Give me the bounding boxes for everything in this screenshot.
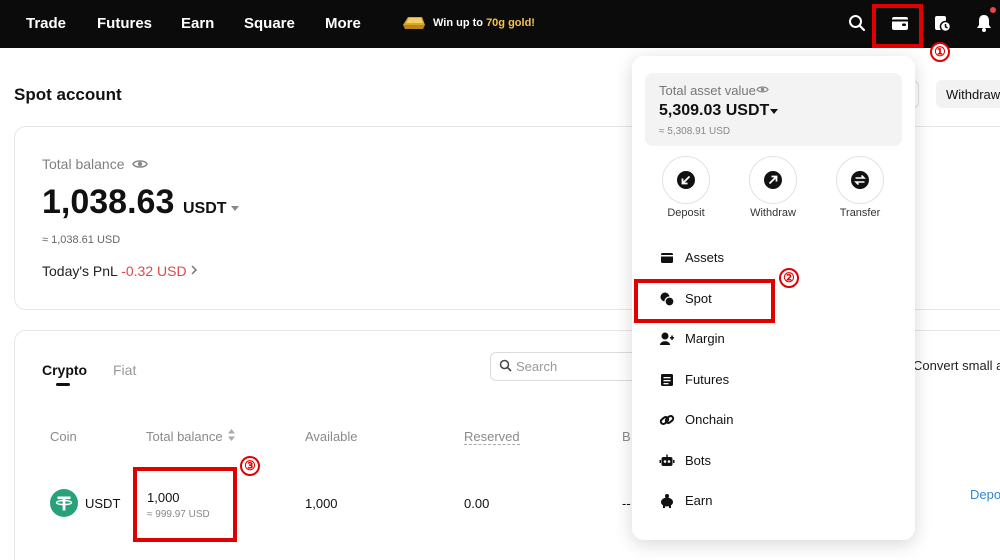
col-coin: Coin [50, 429, 77, 444]
promo-text: Win up to [433, 17, 487, 29]
col-total-balance[interactable]: Total balance [146, 429, 223, 444]
promo-highlight: 70g gold! [486, 17, 535, 29]
total-asset-approx: ≈ 5,308.91 USD [659, 126, 731, 137]
search-icon [499, 359, 512, 372]
link-chain-icon [659, 415, 675, 425]
search-placeholder: Search [516, 359, 558, 374]
total-balance-approx: ≈ 1,038.61 USD [42, 234, 121, 246]
promo-banner[interactable]: Win up to 70g gold! [433, 17, 535, 29]
nav-more[interactable]: More [325, 15, 361, 32]
annotation-box-wallet [872, 4, 923, 48]
pnl-label: Today's PnL [42, 263, 122, 279]
coin-reserved: 0.00 [464, 496, 490, 511]
annotation-number-1: ① [930, 42, 950, 62]
transfer-icon [851, 171, 869, 189]
menu-label-margin: Margin [685, 331, 725, 346]
caret-down-icon[interactable] [770, 109, 778, 114]
annotation-box-total-balance [133, 467, 237, 542]
convert-small-assets-link[interactable]: Convert small a [913, 358, 1000, 373]
active-tab-indicator [56, 383, 70, 386]
tab-fiat[interactable]: Fiat [113, 362, 136, 378]
menu-label-onchain: Onchain [685, 412, 734, 427]
usdt-icon [50, 489, 78, 517]
withdraw-label: Withdraw [750, 207, 796, 219]
gold-bar-icon[interactable] [400, 11, 426, 31]
withdraw-button-label: Withdraw [946, 87, 1000, 102]
transfer-button[interactable] [836, 156, 884, 204]
nav-trade[interactable]: Trade [26, 15, 66, 32]
menu-item-assets[interactable]: Assets [645, 242, 902, 274]
chevron-right-icon[interactable] [188, 264, 200, 276]
menu-item-onchain[interactable]: Onchain [645, 404, 902, 436]
bell-icon[interactable] [974, 13, 994, 33]
withdraw-icon [764, 171, 782, 189]
deposit-label: Deposit [667, 207, 705, 219]
pnl-value: -0.32 USD [121, 263, 187, 279]
menu-item-margin[interactable]: Margin [645, 323, 902, 355]
menu-item-earn[interactable]: Earn [645, 485, 902, 517]
wallet-icon [661, 253, 673, 263]
nav-earn[interactable]: Earn [181, 15, 214, 32]
piggy-bank-icon [661, 494, 673, 508]
withdraw-button[interactable]: Withdraw [936, 80, 1000, 108]
total-balance-unit[interactable]: USDT [183, 200, 227, 218]
transfer-label: Transfer [839, 207, 881, 219]
coin-available: 1,000 [305, 496, 338, 511]
eye-icon[interactable] [132, 157, 148, 171]
total-asset-label: Total asset value [659, 83, 756, 98]
search-input[interactable] [490, 352, 650, 381]
menu-label-futures: Futures [685, 372, 730, 387]
deposit-button[interactable] [662, 156, 710, 204]
withdraw-button[interactable] [749, 156, 797, 204]
col-reserved[interactable]: Reserved [464, 429, 520, 445]
menu-item-bots[interactable]: Bots [645, 445, 902, 477]
order-history-icon[interactable] [932, 13, 952, 33]
menu-label-bots: Bots [685, 453, 712, 468]
page-title: Spot account [14, 85, 122, 104]
todays-pnl[interactable]: Today's PnL -0.32 USD [42, 263, 187, 279]
caret-down-icon[interactable] [231, 206, 239, 211]
annotation-number-3: ③ [240, 456, 260, 476]
search-icon[interactable] [847, 13, 867, 33]
annotation-number-2: ② [779, 268, 799, 288]
nav-square[interactable]: Square [244, 15, 295, 32]
menu-item-futures[interactable]: Futures [645, 364, 902, 396]
eye-icon[interactable] [756, 84, 769, 95]
total-asset-value: 5,309.03 USDT [659, 102, 770, 119]
coin-b: -- [622, 496, 631, 511]
menu-label-earn: Earn [685, 493, 713, 508]
tab-crypto[interactable]: Crypto [42, 362, 87, 378]
coin-name: USDT [85, 496, 121, 511]
annotation-box-spot [634, 279, 775, 323]
margin-icon [660, 332, 674, 345]
robot-icon [659, 454, 675, 466]
col-b: B [622, 429, 631, 444]
nav-futures[interactable]: Futures [97, 15, 152, 32]
notification-dot [990, 7, 996, 13]
futures-icon [661, 374, 673, 386]
deposit-icon [677, 171, 695, 189]
col-available: Available [305, 429, 358, 444]
menu-label-assets: Assets [685, 250, 725, 265]
total-balance-value: 1,038.63 [42, 183, 175, 221]
sort-icon[interactable] [227, 428, 236, 442]
deposit-link[interactable]: Depo [970, 487, 1000, 502]
total-balance-label: Total balance [42, 156, 125, 172]
